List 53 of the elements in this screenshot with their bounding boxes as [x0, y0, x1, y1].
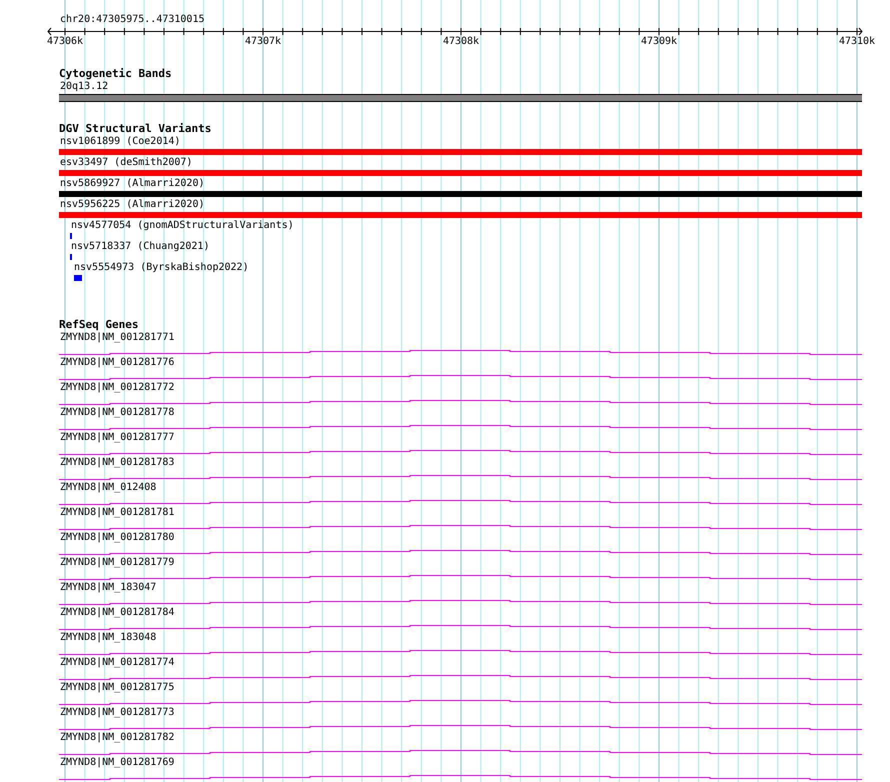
track-title: RefSeq Genes [59, 318, 138, 331]
gene-label: ZMYND8|NM_001281775 [59, 681, 174, 694]
gene-model-line[interactable] [59, 725, 862, 730]
variant-label: esv33497 (deSmith2007) [59, 156, 192, 169]
band-label: 20q13.12 [59, 80, 108, 93]
variant-label: nsv4577054 (gnomADStructuralVariants) [70, 219, 294, 232]
gene-label: ZMYND8|NM_183047 [59, 581, 156, 594]
gene-model-line[interactable] [59, 425, 862, 430]
gene-label: ZMYND8|NM_001281782 [59, 731, 174, 744]
gene-model-line[interactable] [59, 500, 862, 505]
gene-label: ZMYND8|NM_001281783 [59, 456, 174, 469]
variant-label: nsv5718337 (Chuang2021) [70, 240, 210, 253]
ruler-label: 47307k [244, 36, 282, 47]
gene-label: ZMYND8|NM_001281774 [59, 656, 174, 669]
gene-model-line[interactable] [59, 525, 862, 530]
variant-label: nsv5869927 (Almarri2020) [59, 177, 204, 190]
gene-model-line[interactable] [59, 475, 862, 480]
variant-label: nsv5956225 (Almarri2020) [59, 198, 204, 211]
ruler-label: 47309k [640, 36, 678, 47]
gene-label: ZMYND8|NM_001281779 [59, 556, 174, 569]
ruler-label: 47306k [46, 36, 84, 47]
gene-label: ZMYND8|NM_001281771 [59, 331, 174, 344]
gene-label: ZMYND8|NM_012408 [59, 481, 156, 494]
gene-model-line[interactable] [59, 400, 862, 405]
gene-label: ZMYND8|NM_001281777 [59, 431, 174, 444]
variant-label: nsv1061899 (Coe2014) [59, 135, 180, 148]
gene-model-line[interactable] [59, 450, 862, 455]
gene-label: ZMYND8|NM_001281773 [59, 706, 174, 719]
gene-model-line[interactable] [59, 375, 862, 380]
gene-model-line[interactable] [59, 700, 862, 705]
gene-model-line[interactable] [59, 550, 862, 555]
track-title: Cytogenetic Bands [59, 67, 172, 80]
gene-model-line[interactable] [59, 350, 862, 355]
gene-label: ZMYND8|NM_183048 [59, 631, 156, 644]
gene-model-line[interactable] [59, 750, 862, 755]
ruler-label: 47308k [442, 36, 480, 47]
gene-model-line[interactable] [59, 600, 862, 605]
location-text: chr20:47305975..47310015 [60, 14, 204, 26]
gene-label: ZMYND8|NM_001281780 [59, 531, 174, 544]
gene-label: ZMYND8|NM_001281781 [59, 506, 174, 519]
gene-label: ZMYND8|NM_001281778 [59, 406, 174, 419]
gene-label: ZMYND8|NM_001281776 [59, 356, 174, 369]
variant-label: nsv5554973 (ByrskaBishop2022) [73, 261, 249, 274]
gene-model-line[interactable] [59, 575, 862, 580]
gene-model-line[interactable] [59, 650, 862, 655]
ruler-label: 47310k [838, 36, 876, 47]
gene-label: ZMYND8|NM_001281772 [59, 381, 174, 394]
gene-label: ZMYND8|NM_001281784 [59, 606, 174, 619]
gene-label: ZMYND8|NM_001281769 [59, 756, 174, 769]
gene-model-line[interactable] [59, 625, 862, 630]
gene-model-line[interactable] [59, 775, 862, 780]
gene-model-line[interactable] [59, 675, 862, 680]
track-title: DGV Structural Variants [59, 122, 212, 135]
